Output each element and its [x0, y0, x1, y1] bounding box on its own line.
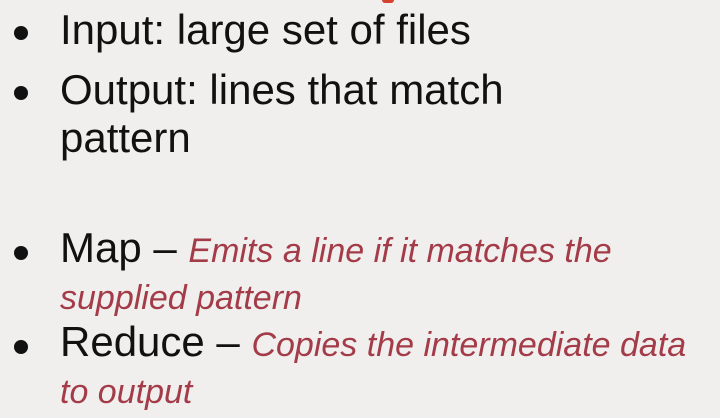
bullet-map-text: Map – Emits a line if it matches the sup… — [60, 226, 670, 320]
bullet-dot-icon — [14, 340, 28, 354]
reduce-term: Reduce – — [60, 318, 240, 365]
bullet-dot-icon — [14, 86, 28, 100]
bullet-reduce-text: Reduce – Copies the intermediate data to… — [60, 320, 710, 414]
slide: Input: large set of files Output: lines … — [0, 0, 720, 418]
bullet-output-text: Output: lines that match pattern — [60, 66, 504, 161]
map-term: Map – — [60, 224, 177, 271]
top-accent-mark — [382, 0, 394, 3]
bullet-input-text: Input: large set of files — [60, 6, 471, 53]
bullet-dot-icon — [14, 246, 28, 260]
bullet-dot-icon — [14, 26, 28, 40]
